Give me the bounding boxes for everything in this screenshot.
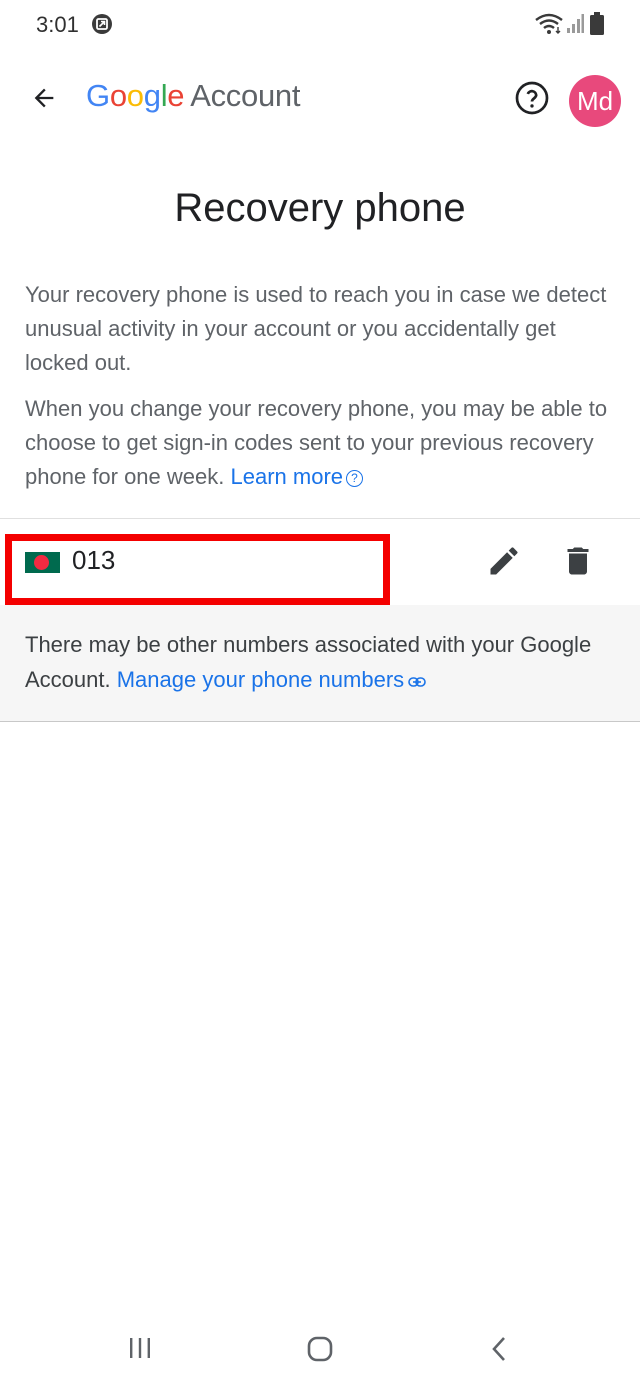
status-bar: 3:01 bbox=[0, 0, 640, 50]
page-title: Recovery phone bbox=[174, 186, 466, 230]
battery-icon bbox=[590, 12, 604, 35]
link-icon bbox=[408, 677, 426, 687]
recovery-phone-row: 013 bbox=[0, 519, 640, 605]
home-icon[interactable] bbox=[306, 1335, 334, 1363]
app-header: Google Account Md bbox=[0, 60, 640, 136]
brand-suffix: Account bbox=[190, 78, 301, 113]
wifi-icon bbox=[535, 13, 563, 34]
description-text-secondary: When you change your recovery phone, you… bbox=[25, 392, 615, 494]
edit-phone-button[interactable] bbox=[484, 541, 524, 581]
back-button[interactable] bbox=[22, 76, 66, 120]
info-text-block: There may be other numbers associated wi… bbox=[25, 627, 615, 697]
screen: 3:01 Google Account Md Recovery phone Yo… bbox=[0, 0, 640, 1387]
logo-letter: o bbox=[126, 78, 144, 113]
arrow-back-icon bbox=[34, 88, 54, 108]
description-text: Your recovery phone is used to reach you… bbox=[25, 282, 607, 375]
logo-letter: o bbox=[109, 78, 127, 113]
system-nav-bar bbox=[0, 1320, 640, 1387]
account-avatar[interactable]: Md bbox=[569, 75, 621, 127]
help-small-icon: ? bbox=[346, 470, 364, 487]
logo-letter: e bbox=[167, 78, 185, 113]
signal-icon bbox=[567, 14, 584, 33]
recent-apps-icon[interactable] bbox=[128, 1336, 152, 1360]
notification-icon bbox=[92, 14, 112, 34]
info-panel: There may be other numbers associated wi… bbox=[0, 605, 640, 722]
learn-more-link[interactable]: Learn more bbox=[231, 464, 344, 489]
bangladesh-flag-icon bbox=[25, 552, 60, 573]
status-time: 3:01 bbox=[36, 12, 79, 37]
highlight-box bbox=[5, 534, 390, 605]
logo-letter: g bbox=[143, 78, 161, 113]
delete-phone-button[interactable] bbox=[558, 541, 598, 581]
help-button[interactable] bbox=[512, 78, 552, 118]
trash-icon bbox=[567, 547, 589, 575]
google-account-logo: Google Account bbox=[86, 78, 300, 114]
pencil-icon bbox=[490, 547, 518, 575]
help-circle-icon bbox=[515, 81, 549, 115]
manage-phone-numbers-link[interactable]: Manage your phone numbers bbox=[117, 667, 404, 692]
phone-number: 013 bbox=[72, 545, 116, 575]
logo-letter: G bbox=[86, 78, 110, 113]
back-icon[interactable] bbox=[489, 1335, 509, 1363]
